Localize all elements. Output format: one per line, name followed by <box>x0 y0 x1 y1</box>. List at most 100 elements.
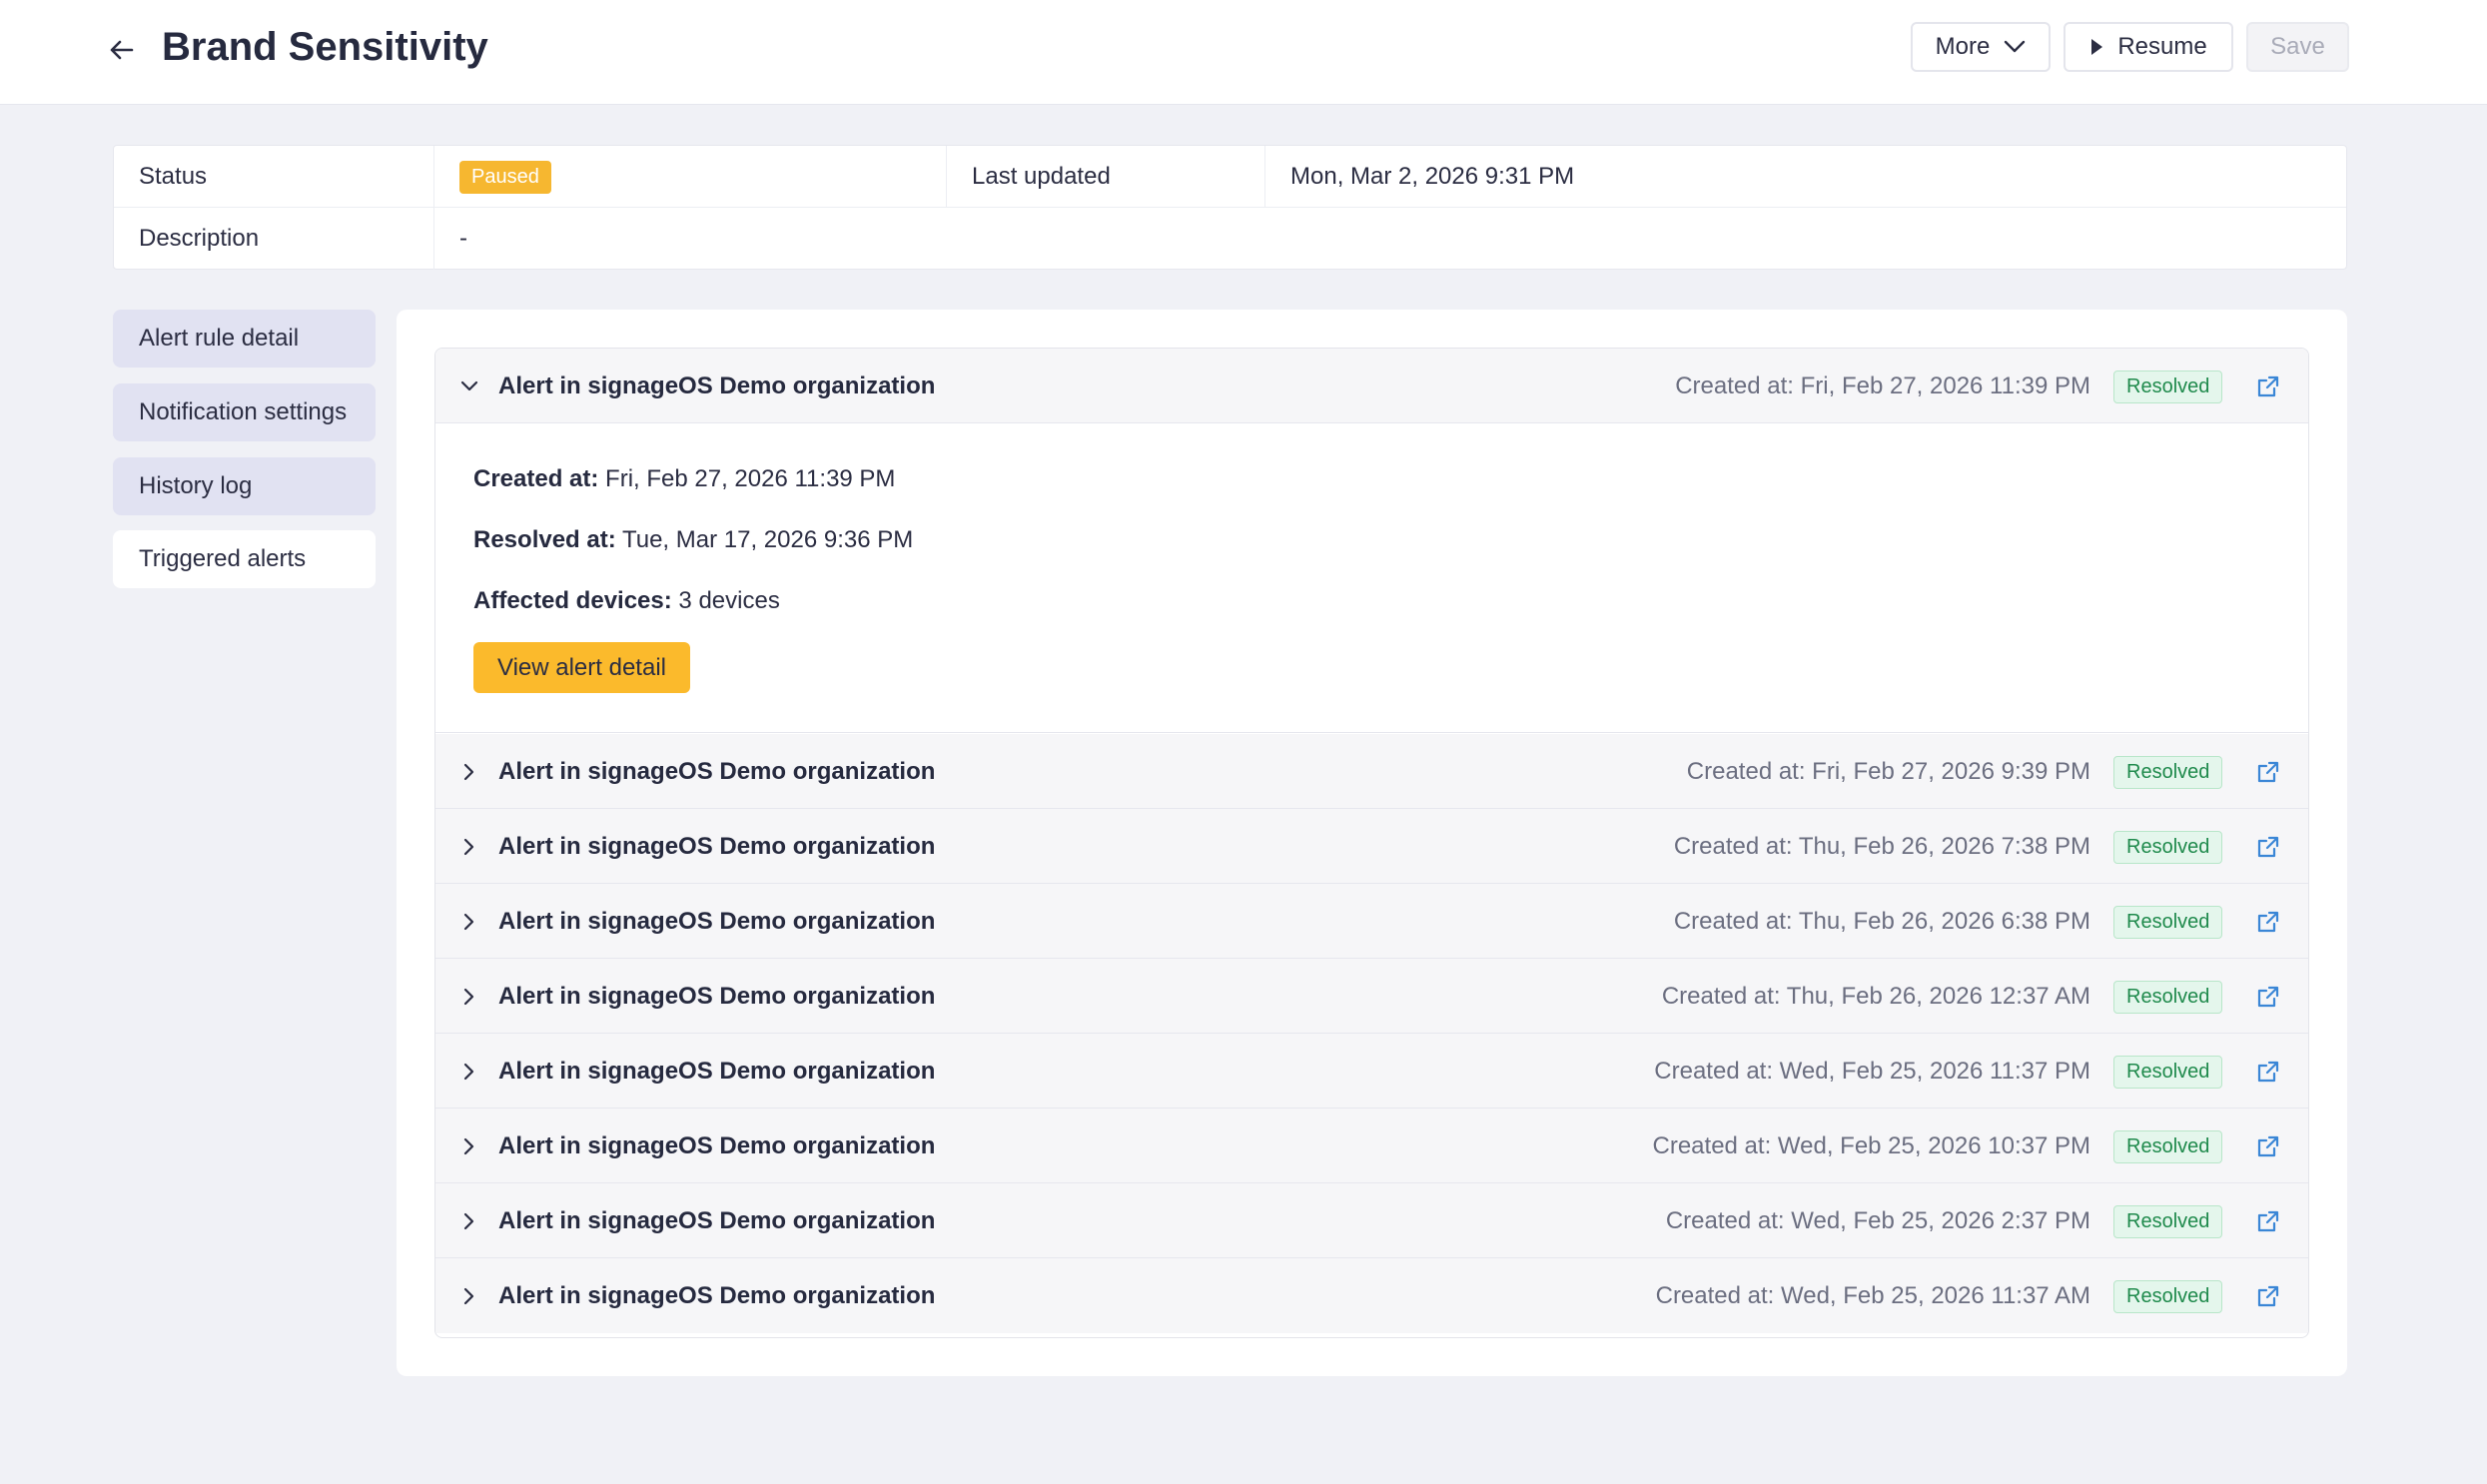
info-row-description: Description - <box>114 208 2346 270</box>
chevron-right-icon <box>463 913 474 930</box>
alert-row[interactable]: Alert in signageOS Demo organization Cre… <box>435 1034 2308 1109</box>
external-link-icon <box>2257 1210 2279 1231</box>
alert-title: Alert in signageOS Demo organization <box>498 371 936 399</box>
alert-title: Alert in signageOS Demo organization <box>498 1131 936 1159</box>
open-alert-link[interactable] <box>2253 1034 2283 1109</box>
chevron-right-icon <box>463 763 474 780</box>
resolved-badge: Resolved <box>2113 1280 2223 1313</box>
resolved-badge: Resolved <box>2113 906 2223 939</box>
sidebar-item-notification-settings[interactable]: Notification settings <box>113 383 376 441</box>
alert-title: Alert in signageOS Demo organization <box>498 1281 936 1309</box>
play-icon <box>2091 39 2103 55</box>
divider <box>433 208 434 270</box>
open-alert-link[interactable] <box>2253 959 2283 1034</box>
external-link-icon <box>2257 1285 2279 1306</box>
alert-row[interactable]: Alert in signageOS Demo organization Cre… <box>435 1258 2308 1333</box>
resolved-badge: Resolved <box>2113 1056 2223 1089</box>
external-link-icon <box>2257 375 2279 396</box>
expand-toggle[interactable] <box>457 1258 481 1333</box>
detail-created-value: Fri, Feb 27, 2026 11:39 PM <box>605 465 896 492</box>
triggered-alerts-panel: Alert in signageOS Demo organization Cre… <box>397 310 2347 1376</box>
expand-toggle[interactable] <box>457 1183 481 1258</box>
alert-created-at: Created at: Fri, Feb 27, 2026 11:39 PM <box>1675 371 2090 399</box>
chevron-right-icon <box>463 1137 474 1154</box>
alert-row[interactable]: Alert in signageOS Demo organization Cre… <box>435 959 2308 1034</box>
info-row-status: Status Paused Last updated Mon, Mar 2, 2… <box>114 146 2346 208</box>
chevron-right-icon <box>463 838 474 855</box>
detail-resolved: Resolved at: Tue, Mar 17, 2026 9:36 PM <box>473 526 913 554</box>
external-link-icon <box>2257 911 2279 932</box>
sidebar-item-triggered-alerts[interactable]: Triggered alerts <box>113 530 376 588</box>
alert-title: Alert in signageOS Demo organization <box>498 1206 936 1234</box>
expand-toggle[interactable] <box>457 959 481 1034</box>
sidebar-item-label: History log <box>139 472 253 499</box>
sidebar-item-alert-rule-detail[interactable]: Alert rule detail <box>113 310 376 368</box>
open-alert-link[interactable] <box>2253 884 2283 959</box>
chevron-right-icon <box>463 1063 474 1080</box>
resolved-badge: Resolved <box>2113 831 2223 864</box>
chevron-down-icon <box>2005 40 2026 53</box>
resolved-badge: Resolved <box>2113 371 2223 403</box>
open-alert-link[interactable] <box>2253 734 2283 809</box>
expand-toggle[interactable] <box>457 1034 481 1109</box>
alert-created-at: Created at: Wed, Feb 25, 2026 11:37 PM <box>1654 1057 2090 1085</box>
view-alert-detail-button[interactable]: View alert detail <box>473 642 690 693</box>
resolved-badge: Resolved <box>2113 1205 2223 1238</box>
alert-row[interactable]: Alert in signageOS Demo organization Cre… <box>435 349 2308 423</box>
divider <box>946 146 947 208</box>
expand-toggle[interactable] <box>457 809 481 884</box>
sidebar-item-label: Notification settings <box>139 398 348 425</box>
alert-row[interactable]: Alert in signageOS Demo organization Cre… <box>435 734 2308 809</box>
alert-created-at: Created at: Thu, Feb 26, 2026 7:38 PM <box>1673 832 2090 860</box>
detail-resolved-label: Resolved at: <box>473 526 616 553</box>
chevron-right-icon <box>463 988 474 1005</box>
resolved-badge: Resolved <box>2113 1130 2223 1163</box>
more-button[interactable]: More <box>1911 22 2051 72</box>
detail-affected-devices: Affected devices: 3 devices <box>473 587 780 615</box>
resume-label: Resume <box>2117 33 2207 60</box>
sidebar-item-history-log[interactable]: History log <box>113 457 376 515</box>
alert-row[interactable]: Alert in signageOS Demo organization Cre… <box>435 884 2308 959</box>
open-alert-link[interactable] <box>2253 1258 2283 1333</box>
external-link-icon <box>2257 1135 2279 1156</box>
back-button[interactable] <box>102 30 142 70</box>
collapse-toggle[interactable] <box>457 349 481 423</box>
save-label: Save <box>2270 33 2325 60</box>
alert-created-at: Created at: Thu, Feb 26, 2026 12:37 AM <box>1661 982 2090 1010</box>
detail-created-label: Created at: <box>473 465 599 492</box>
open-alert-link[interactable] <box>2253 349 2283 423</box>
arrow-left-icon <box>110 40 134 60</box>
status-cell: Paused <box>459 146 551 208</box>
alert-row[interactable]: Alert in signageOS Demo organization Cre… <box>435 1183 2308 1258</box>
divider <box>1264 146 1265 208</box>
alert-created-at: Created at: Wed, Feb 25, 2026 11:37 AM <box>1655 1281 2090 1309</box>
alert-created-at: Created at: Wed, Feb 25, 2026 2:37 PM <box>1665 1206 2090 1234</box>
expand-toggle[interactable] <box>457 1109 481 1183</box>
save-button[interactable]: Save <box>2246 22 2349 72</box>
resume-button[interactable]: Resume <box>2064 22 2233 72</box>
expand-toggle[interactable] <box>457 734 481 809</box>
open-alert-link[interactable] <box>2253 1109 2283 1183</box>
open-alert-link[interactable] <box>2253 1183 2283 1258</box>
description-value: - <box>459 225 467 252</box>
alert-created-at: Created at: Wed, Feb 25, 2026 10:37 PM <box>1652 1131 2091 1159</box>
sidebar-item-label: Alert rule detail <box>139 325 300 352</box>
alert-row[interactable]: Alert in signageOS Demo organization Cre… <box>435 1109 2308 1183</box>
page-title: Brand Sensitivity <box>162 25 488 69</box>
alert-title: Alert in signageOS Demo organization <box>498 1057 936 1085</box>
status-badge: Paused <box>459 160 551 194</box>
alert-list: Alert in signageOS Demo organization Cre… <box>434 348 2309 1338</box>
external-link-icon <box>2257 986 2279 1007</box>
alert-title: Alert in signageOS Demo organization <box>498 832 936 860</box>
alert-row[interactable]: Alert in signageOS Demo organization Cre… <box>435 809 2308 884</box>
detail-resolved-value: Tue, Mar 17, 2026 9:36 PM <box>621 526 914 553</box>
detail-affected-label: Affected devices: <box>473 587 672 614</box>
rule-info-card: Status Paused Last updated Mon, Mar 2, 2… <box>113 145 2347 270</box>
expand-toggle[interactable] <box>457 884 481 959</box>
open-alert-link[interactable] <box>2253 809 2283 884</box>
detail-created: Created at: Fri, Feb 27, 2026 11:39 PM <box>473 465 895 493</box>
external-link-icon <box>2257 836 2279 857</box>
alert-expanded-detail: Created at: Fri, Feb 27, 2026 11:39 PM R… <box>435 423 2308 733</box>
more-label: More <box>1935 33 1991 60</box>
sidebar-item-label: Triggered alerts <box>139 545 307 572</box>
